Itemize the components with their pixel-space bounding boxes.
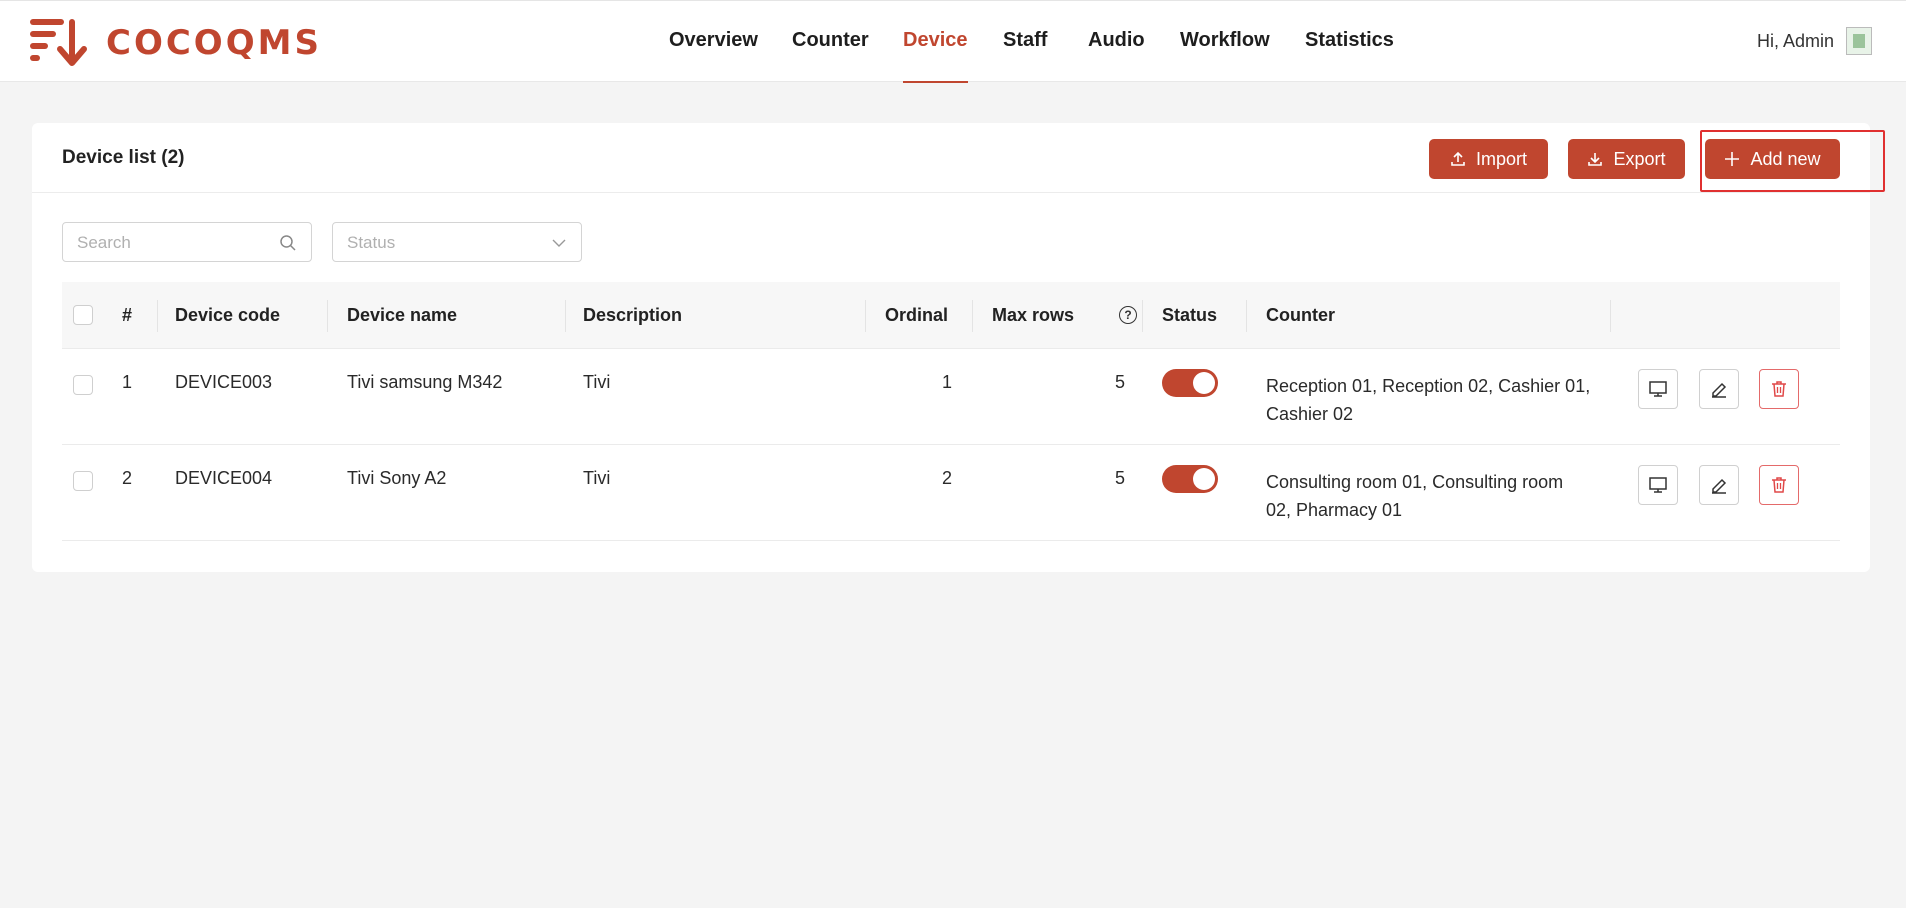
select-all-checkbox[interactable] bbox=[73, 305, 93, 325]
nav-staff[interactable]: Staff bbox=[1003, 29, 1047, 83]
edit-button[interactable] bbox=[1699, 465, 1739, 505]
highlight-box bbox=[1700, 130, 1885, 192]
device-description: Tivi bbox=[583, 468, 611, 488]
device-ordinal: 1 bbox=[941, 372, 952, 392]
col-divider bbox=[865, 300, 866, 332]
device-counters: Reception 01, Reception 02, Cashier 01, … bbox=[1266, 376, 1591, 424]
search-icon bbox=[280, 235, 296, 251]
col-device-code: Device code bbox=[175, 305, 281, 325]
col-index: # bbox=[122, 305, 133, 325]
col-max-rows: Max rows bbox=[992, 305, 1075, 325]
top-header: COCOQMS Overview Counter Device Staff Au… bbox=[0, 0, 1906, 83]
row-checkbox[interactable] bbox=[73, 375, 93, 395]
nav-workflow[interactable]: Workflow bbox=[1180, 29, 1270, 83]
col-description: Description bbox=[583, 305, 683, 325]
col-counter: Counter bbox=[1266, 305, 1335, 325]
trash-icon bbox=[1772, 381, 1786, 397]
chevron-down-icon bbox=[552, 239, 566, 247]
edit-icon bbox=[1712, 478, 1727, 494]
device-counters: Consulting room 01, Consulting room 02, … bbox=[1266, 472, 1564, 520]
device-name: Tivi samsung M342 bbox=[347, 372, 503, 392]
row-checkbox[interactable] bbox=[73, 471, 93, 491]
search-input[interactable]: Search bbox=[62, 222, 312, 262]
col-ordinal: Ordinal bbox=[885, 305, 949, 325]
import-button[interactable]: Import bbox=[1429, 139, 1548, 179]
device-name: Tivi Sony A2 bbox=[347, 468, 447, 488]
display-button[interactable] bbox=[1638, 369, 1678, 409]
device-description: Tivi bbox=[583, 372, 611, 392]
col-divider bbox=[157, 300, 158, 332]
upload-icon bbox=[1451, 151, 1465, 166]
download-icon bbox=[1588, 153, 1603, 166]
status-placeholder: Status bbox=[347, 233, 396, 252]
device-code: DEVICE004 bbox=[175, 468, 273, 488]
row-index: 1 bbox=[122, 372, 133, 392]
avatar[interactable] bbox=[1846, 27, 1872, 55]
monitor-icon bbox=[1649, 477, 1667, 493]
table-row: 1 DEVICE003 Tivi samsung M342 Tivi 1 5 R… bbox=[62, 349, 1840, 445]
col-divider bbox=[1142, 300, 1143, 332]
export-button[interactable]: Export bbox=[1568, 139, 1685, 179]
nav-device[interactable]: Device bbox=[903, 29, 968, 83]
table-row: 2 DEVICE004 Tivi Sony A2 Tivi 2 5 Consul… bbox=[62, 445, 1840, 541]
main-nav: Overview Counter Device Staff Audio Work… bbox=[0, 1, 1906, 83]
trash-icon bbox=[1772, 477, 1786, 493]
device-max-rows: 5 bbox=[1114, 372, 1125, 392]
col-divider bbox=[972, 300, 973, 332]
help-icon[interactable]: ? bbox=[1119, 306, 1137, 324]
nav-statistics[interactable]: Statistics bbox=[1305, 29, 1394, 83]
nav-overview[interactable]: Overview bbox=[669, 29, 758, 83]
nav-audio[interactable]: Audio bbox=[1088, 29, 1145, 83]
user-greeting: Hi, Admin bbox=[1756, 30, 1834, 51]
row-index: 2 bbox=[122, 468, 133, 488]
card-header: Device list (2) Import Export Add new bbox=[32, 123, 1885, 193]
status-toggle[interactable] bbox=[1162, 369, 1218, 397]
col-divider bbox=[327, 300, 328, 332]
edit-icon bbox=[1712, 382, 1727, 398]
nav-counter[interactable]: Counter bbox=[792, 29, 869, 83]
display-button[interactable] bbox=[1638, 465, 1678, 505]
device-ordinal: 2 bbox=[941, 468, 952, 488]
search-placeholder: Search bbox=[77, 233, 131, 252]
col-status: Status bbox=[1162, 305, 1218, 325]
device-list-card: Device list (2) Import Export Add new Se… bbox=[32, 123, 1885, 572]
user-menu[interactable]: Hi, Admin bbox=[1757, 27, 1872, 55]
col-device-name: Device name bbox=[347, 305, 458, 325]
delete-button[interactable] bbox=[1759, 369, 1799, 409]
status-toggle[interactable] bbox=[1162, 465, 1218, 493]
col-divider bbox=[1610, 300, 1611, 332]
delete-button[interactable] bbox=[1759, 465, 1799, 505]
page-title: Device list (2) bbox=[62, 147, 185, 168]
table-header: # Device code Device name Description Or… bbox=[62, 282, 1840, 349]
export-label: Export bbox=[1613, 148, 1666, 169]
status-select[interactable]: Status bbox=[332, 222, 582, 262]
device-code: DEVICE003 bbox=[175, 372, 273, 392]
device-max-rows: 5 bbox=[1114, 468, 1125, 488]
col-divider bbox=[1246, 300, 1247, 332]
edit-button[interactable] bbox=[1699, 369, 1739, 409]
col-divider bbox=[565, 300, 566, 332]
import-label: Import bbox=[1475, 148, 1527, 169]
monitor-icon bbox=[1649, 381, 1667, 397]
